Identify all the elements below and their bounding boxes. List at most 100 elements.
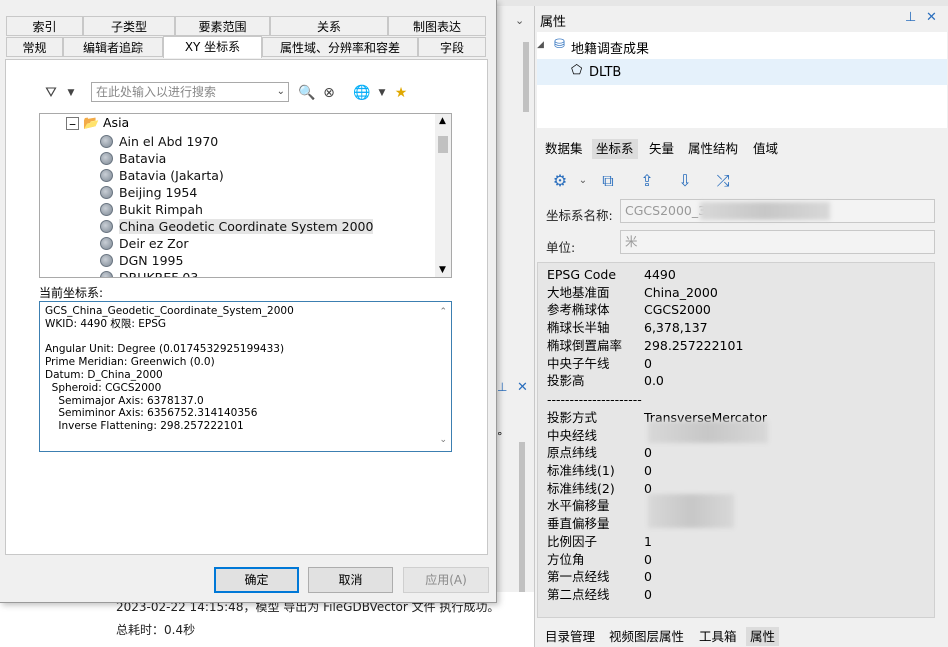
tree-root-label[interactable]: 地籍调查成果 xyxy=(571,38,649,57)
globe-icon xyxy=(100,152,113,165)
chevron-down-icon[interactable]: ▼ xyxy=(373,84,391,102)
middle-panel: ⌄ ⊥ ✕ ° xyxy=(496,6,535,647)
pin-icon[interactable]: ⊥ xyxy=(497,380,507,394)
wkt-line xyxy=(45,331,446,344)
tree-item-label: Bukit Rimpah xyxy=(119,202,203,217)
add-favorite-icon[interactable]: ★ xyxy=(392,84,410,102)
tree-item[interactable]: Bukit Rimpah xyxy=(100,201,203,218)
bottom-tab-toolbox[interactable]: 工具箱 xyxy=(695,627,741,646)
tree-folder-label[interactable]: Asia xyxy=(103,115,129,130)
import-icon[interactable]: ⇩ xyxy=(674,170,696,192)
search-input[interactable]: 在此处输入以进行搜索 ⌄ xyxy=(91,82,289,102)
polygon-icon: ⬠ xyxy=(571,63,583,78)
export-icon[interactable]: ⇪ xyxy=(636,170,658,192)
tab-general[interactable]: 常规 xyxy=(6,37,63,57)
info-key: 投影方式 xyxy=(547,409,598,425)
globe-icon xyxy=(100,220,113,233)
ok-button[interactable]: 确定 xyxy=(214,567,299,593)
collapse-toggle-icon[interactable]: − xyxy=(66,117,79,131)
tab-subtype[interactable]: 子类型 xyxy=(83,16,175,36)
current-cs-label: 当前坐标系: xyxy=(39,286,104,300)
cancel-button[interactable]: 取消 xyxy=(308,567,393,593)
scrollbar-thumb[interactable] xyxy=(438,136,448,153)
tree-item[interactable]: Batavia xyxy=(100,150,166,167)
search-icon[interactable]: 🔍 xyxy=(298,84,316,102)
search-placeholder: 在此处输入以进行搜索 xyxy=(96,85,217,99)
info-value: 298.257222101 xyxy=(644,337,744,353)
tree-item[interactable]: Batavia (Jakarta) xyxy=(100,167,224,184)
info-value: CGCS2000 xyxy=(644,302,711,318)
tab-feature-extent[interactable]: 要素范围 xyxy=(175,16,270,36)
tree-item-label: Batavia (Jakarta) xyxy=(119,168,224,183)
globe-icon xyxy=(100,254,113,267)
tree-item[interactable]: DRUKREF 03 xyxy=(100,269,198,277)
tab-dataset[interactable]: 数据集 xyxy=(541,139,587,159)
info-value: 0 xyxy=(644,586,652,602)
tab-vector[interactable]: 矢量 xyxy=(645,139,678,159)
close-icon[interactable]: ✕ xyxy=(517,380,528,395)
coordinate-system-settings-icon[interactable]: ⚙ xyxy=(549,170,571,192)
scroll-up-icon[interactable]: ⌃ xyxy=(439,306,447,319)
tab-fields[interactable]: 字段 xyxy=(418,37,486,57)
bottom-tab-video-layer[interactable]: 视频图层属性 xyxy=(605,627,688,646)
tree-scrollbar[interactable]: ▲ ▼ xyxy=(435,114,451,277)
info-key: 标准纬线(2) xyxy=(547,480,615,496)
info-key: 椭球倒置扁率 xyxy=(547,337,623,353)
info-key: 椭球长半轴 xyxy=(547,320,610,336)
scrollbar-thumb[interactable] xyxy=(523,42,529,112)
properties-tree: ◢ ⛁ 地籍调查成果 ⬠ DLTB xyxy=(537,32,947,128)
tree-item[interactable]: Deir ez Zor xyxy=(100,235,188,252)
scroll-down-icon[interactable]: ⌄ xyxy=(439,434,447,447)
wkt-line: Semimajor Axis: 6378137.0 xyxy=(45,394,204,407)
filter-icon[interactable]: ⛛ xyxy=(42,84,60,102)
tab-domain-resolution-tolerance[interactable]: 属性域、分辨率和容差 xyxy=(262,37,418,57)
chevron-down-icon[interactable]: ⌄ xyxy=(572,170,594,192)
wkt-line: Prime Meridian: Greenwich (0.0) xyxy=(45,356,215,369)
unit-field[interactable]: 米 xyxy=(620,230,935,254)
tab-coordinate-system[interactable]: 坐标系 xyxy=(592,139,638,159)
tab-relationships[interactable]: 关系 xyxy=(270,16,388,36)
tab-domain[interactable]: 值域 xyxy=(749,139,782,159)
current-cs-details[interactable]: GCS_China_Geodetic_Coordinate_System_200… xyxy=(39,301,452,452)
close-icon[interactable]: ✕ xyxy=(926,10,937,25)
info-separator: --------------------- xyxy=(547,391,642,407)
info-key: 中央经线 xyxy=(547,427,598,443)
scroll-down-icon[interactable]: ▼ xyxy=(439,265,446,275)
info-key: 投影高 xyxy=(547,373,585,389)
tab-xy-coordinate-system[interactable]: XY 坐标系 xyxy=(163,36,262,58)
clear-search-icon[interactable]: ⊗ xyxy=(320,84,338,102)
scroll-up-icon[interactable]: ▲ xyxy=(439,116,446,126)
pin-icon[interactable]: ⊥ xyxy=(905,10,916,25)
info-key: 参考椭球体 xyxy=(547,302,610,318)
tab-representations[interactable]: 制图表达 xyxy=(388,16,486,36)
globe-icon xyxy=(100,271,113,277)
bullet-icon: ° xyxy=(497,430,503,443)
chevron-down-icon[interactable]: ▼ xyxy=(62,84,80,102)
expand-arrow-icon[interactable]: ◢ xyxy=(537,40,544,50)
info-value: 4490 xyxy=(644,267,676,282)
tree-item[interactable]: Beijing 1954 xyxy=(100,184,197,201)
coordinate-info-icon[interactable]: ⧉ xyxy=(597,170,619,192)
globe-icon xyxy=(100,135,113,148)
tab-index[interactable]: 索引 xyxy=(6,16,83,36)
transform-icon[interactable]: ⤮ xyxy=(712,170,734,192)
globe-icon xyxy=(100,169,113,182)
tree-child-label[interactable]: DLTB xyxy=(589,65,621,80)
chevron-down-icon[interactable]: ⌄ xyxy=(277,83,285,101)
tab-attribute-structure[interactable]: 属性结构 xyxy=(684,139,742,159)
tab-editor-tracking[interactable]: 编辑者追踪 xyxy=(63,37,163,57)
apply-button[interactable]: 应用(A) xyxy=(403,567,489,593)
globe-icon[interactable]: 🌐 xyxy=(353,84,371,102)
properties-title: 属性 xyxy=(540,15,567,30)
tree-item[interactable]: DGN 1995 xyxy=(100,252,183,269)
chevron-down-icon[interactable]: ⌄ xyxy=(515,14,524,27)
tree-item[interactable]: China Geodetic Coordinate System 2000 xyxy=(100,218,374,235)
unit-label: 单位: xyxy=(546,240,576,255)
bottom-tab-catalog[interactable]: 目录管理 xyxy=(541,627,599,646)
redaction-blur xyxy=(700,202,830,220)
redaction-blur xyxy=(648,421,768,443)
bottom-tab-properties[interactable]: 属性 xyxy=(746,627,780,646)
info-key: 中央子午线 xyxy=(547,355,610,371)
tree-item[interactable]: Ain el Abd 1970 xyxy=(100,133,218,150)
redaction-blur xyxy=(648,494,734,528)
